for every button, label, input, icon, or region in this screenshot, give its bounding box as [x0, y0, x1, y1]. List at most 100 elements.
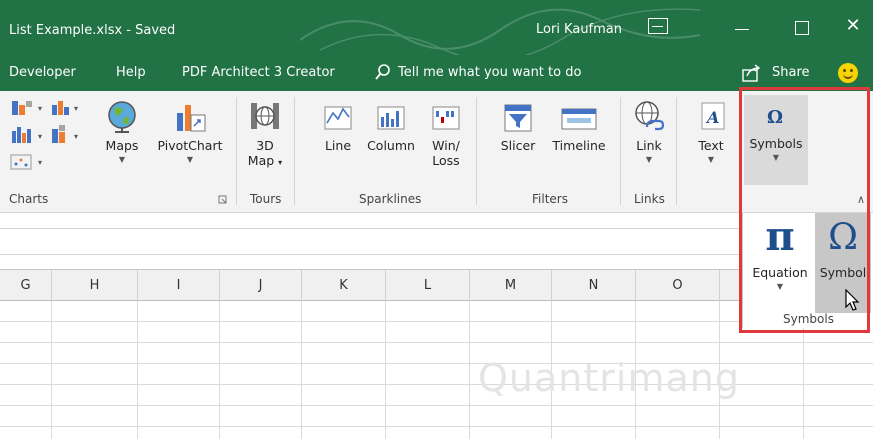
3d-map-button[interactable]: 3D Map ▾ [242, 99, 288, 168]
maximize-button[interactable] [786, 18, 816, 38]
svg-text:▾: ▾ [38, 158, 42, 167]
maps-button[interactable]: Maps ▼ [100, 99, 144, 164]
globe-icon [108, 101, 136, 133]
row-line [0, 405, 873, 406]
column-sparkline-icon [377, 106, 405, 130]
equation-button[interactable]: π Equation ▼ [747, 213, 813, 313]
sparkline-winloss-button[interactable]: Win/ Loss [426, 99, 466, 168]
column-header[interactable]: N [552, 270, 636, 301]
column-header[interactable]: O [636, 270, 720, 301]
maps-dropdown-caret: ▼ [118, 155, 126, 164]
3d-map-label-line2: Map [247, 153, 275, 168]
slicer-label: Slicer [500, 138, 536, 153]
line-sparkline-icon [324, 106, 352, 130]
text-button[interactable]: A Text ▼ [690, 99, 732, 164]
3d-map-globe-icon [251, 103, 279, 129]
col-line [301, 301, 302, 439]
timeline-button[interactable]: Timeline [546, 99, 612, 153]
col-line [469, 301, 470, 439]
row-line [0, 384, 873, 385]
link-button[interactable]: Link ▼ [628, 99, 670, 164]
symbols-dropdown-caret: ▼ [772, 153, 780, 162]
ribbon-panel: ▾ ▾ ▾ ▾ ▾ Maps ▼ PivotChart ▼ Charts 3D … [0, 91, 873, 213]
tell-me-search-input[interactable]: Tell me what you want to do [398, 65, 581, 80]
chart-type-icons[interactable]: ▾ ▾ ▾ ▾ ▾ [8, 99, 98, 179]
group-label-symbols: Symbols [783, 312, 834, 326]
pivotchart-label: PivotChart [157, 138, 223, 153]
winloss-sparkline-icon [432, 106, 460, 130]
tab-pdf-architect[interactable]: PDF Architect 3 Creator [182, 65, 335, 80]
pivotchart-dropdown-caret: ▼ [186, 155, 194, 164]
column-header[interactable]: K [302, 270, 386, 301]
row-line [0, 426, 873, 427]
svg-text:A: A [705, 108, 719, 127]
pivotchart-icon [177, 105, 206, 132]
svg-text:▾: ▾ [74, 132, 78, 141]
pi-icon: π [765, 213, 795, 260]
group-divider [476, 97, 477, 205]
column-header[interactable]: J [220, 270, 302, 301]
svg-text:▾: ▾ [74, 104, 78, 113]
omega-large-icon: Ω [828, 217, 858, 258]
equation-label: Equation [752, 265, 808, 280]
group-divider [236, 97, 237, 205]
mouse-pointer-icon [845, 289, 860, 311]
account-name[interactable]: Lori Kaufman [536, 22, 622, 37]
svg-text:▾: ▾ [38, 132, 42, 141]
slicer-icon [504, 104, 532, 132]
col-line [385, 301, 386, 439]
close-button[interactable]: ✕ [838, 14, 868, 38]
feedback-smiley-icon[interactable] [838, 63, 858, 83]
group-label-tours: Tours [250, 192, 282, 206]
pivotchart-button[interactable]: PivotChart ▼ [150, 99, 230, 164]
group-label-charts: Charts [9, 192, 49, 206]
column-header[interactable]: G [0, 270, 52, 301]
tab-developer[interactable]: Developer [9, 65, 76, 80]
symbol-label: Symbol [819, 265, 867, 280]
equation-dropdown-caret: ▼ [776, 282, 784, 291]
col-line [51, 301, 52, 439]
collapse-ribbon-icon[interactable]: ∧ [857, 193, 865, 206]
ribbon-display-options-icon[interactable] [648, 18, 668, 34]
sparkline-column-label: Column [367, 138, 415, 153]
omega-icon: Ω [767, 107, 783, 128]
col-line [137, 301, 138, 439]
timeline-icon [561, 108, 597, 130]
symbol-button[interactable]: Ω Symbol [815, 213, 871, 313]
row-line [0, 363, 873, 364]
share-button[interactable]: Share [772, 65, 810, 80]
text-label: Text [698, 138, 724, 153]
title-bar-watermark-pattern [300, 8, 700, 55]
ribbon-tabs: Developer Help PDF Architect 3 Creator T… [0, 55, 873, 91]
window-title: List Example.xlsx - Saved [9, 23, 176, 38]
timeline-label: Timeline [552, 138, 606, 153]
column-header[interactable]: L [386, 270, 470, 301]
column-header[interactable]: H [52, 270, 138, 301]
column-header[interactable]: M [470, 270, 552, 301]
minimize-button[interactable] [728, 18, 758, 38]
group-label-sparklines: Sparklines [359, 192, 422, 206]
maps-label: Maps [105, 138, 139, 153]
svg-text:Ω: Ω [767, 107, 783, 128]
link-label: Link [636, 138, 662, 153]
title-bar: List Example.xlsx - Saved Lori Kaufman ✕ [0, 0, 873, 55]
search-icon [375, 64, 390, 80]
sparkline-line-button[interactable]: Line [318, 99, 358, 153]
group-divider [294, 97, 295, 205]
charts-dialog-launcher-icon[interactable] [218, 195, 228, 205]
tab-help[interactable]: Help [116, 65, 146, 80]
share-icon [742, 64, 761, 82]
group-label-filters: Filters [532, 192, 568, 206]
winloss-label-line1: Win/ [432, 138, 460, 153]
text-box-icon: A [701, 102, 725, 130]
column-header[interactable]: I [138, 270, 220, 301]
group-divider [620, 97, 621, 205]
slicer-button[interactable]: Slicer [496, 99, 540, 153]
sparkline-line-label: Line [324, 138, 352, 153]
col-line [219, 301, 220, 439]
svg-text:▾: ▾ [38, 104, 42, 113]
3d-map-label-line1: 3D [256, 138, 274, 153]
symbols-button[interactable]: Ω Symbols ▼ [744, 95, 808, 185]
text-dropdown-caret: ▼ [707, 155, 715, 164]
sparkline-column-button[interactable]: Column [362, 99, 420, 153]
